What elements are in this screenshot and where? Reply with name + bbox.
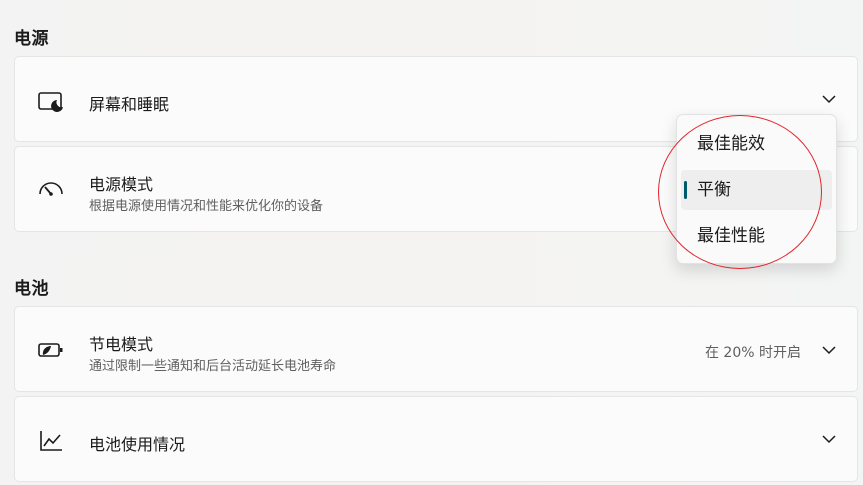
power-section-title: 电源 xyxy=(14,29,49,49)
battery-leaf-icon xyxy=(37,336,65,364)
chevron-down-icon[interactable] xyxy=(821,431,837,447)
battery-usage-title: 电池使用情况 xyxy=(89,435,186,454)
power-mode-option-best-efficiency[interactable]: 最佳能效 xyxy=(681,124,832,164)
battery-saver-card[interactable]: 节电模式 通过限制一些通知和后台活动延长电池寿命 在 20% 时开启 xyxy=(14,306,858,392)
selection-indicator xyxy=(684,181,687,199)
chevron-down-icon[interactable] xyxy=(821,91,837,107)
screen-sleep-title: 屏幕和睡眠 xyxy=(89,95,170,114)
battery-saver-status: 在 20% 时开启 xyxy=(704,345,801,361)
battery-saver-title: 节电模式 xyxy=(89,335,154,354)
power-mode-subtitle: 根据电源使用情况和性能来优化你的设备 xyxy=(89,199,324,214)
power-mode-option-balanced[interactable]: 平衡 xyxy=(681,170,832,210)
power-mode-option-label: 平衡 xyxy=(697,180,731,200)
chevron-down-icon[interactable] xyxy=(821,342,837,358)
battery-saver-subtitle: 通过限制一些通知和后台活动延长电池寿命 xyxy=(89,359,337,374)
battery-section-title: 电池 xyxy=(14,279,49,299)
line-chart-icon xyxy=(37,427,65,455)
power-mode-dropdown: 最佳能效 平衡 最佳性能 xyxy=(676,114,837,264)
speedometer-icon xyxy=(37,175,65,203)
power-mode-option-best-performance[interactable]: 最佳性能 xyxy=(681,216,832,256)
battery-usage-card[interactable]: 电池使用情况 xyxy=(14,396,858,482)
screen-sleep-icon xyxy=(37,87,65,115)
power-mode-title: 电源模式 xyxy=(89,175,154,194)
